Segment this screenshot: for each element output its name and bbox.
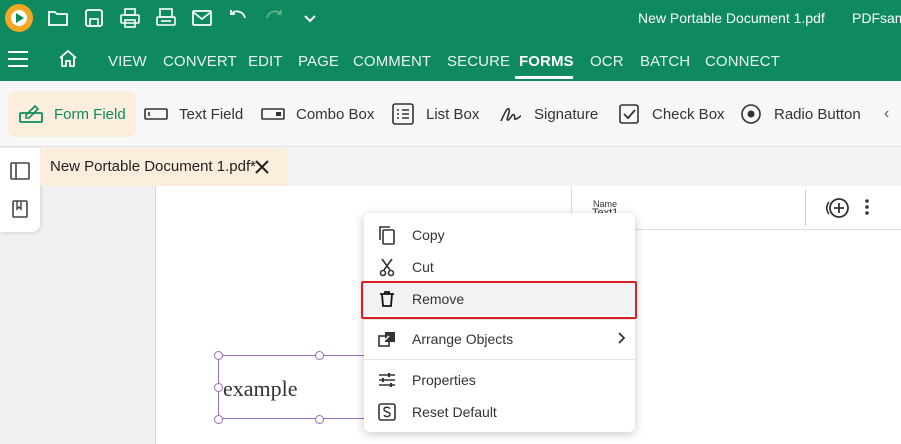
list-box-icon xyxy=(390,101,416,127)
signature-button[interactable]: Signature xyxy=(498,91,598,137)
resize-handle[interactable] xyxy=(315,415,324,424)
reset-default-label: Reset Default xyxy=(412,404,497,420)
properties-menu-item[interactable]: Properties xyxy=(364,364,635,396)
menu-view[interactable]: VIEW xyxy=(108,53,147,70)
radio-button-button[interactable]: Radio Button xyxy=(738,91,861,137)
list-box-button[interactable]: List Box xyxy=(390,91,479,137)
text-field-value: example xyxy=(223,376,298,401)
cut-label: Cut xyxy=(412,259,434,275)
menu-forms[interactable]: FORMS xyxy=(519,53,574,70)
menu-divider xyxy=(364,319,635,320)
menu-divider xyxy=(364,359,635,360)
remove-highlight-box xyxy=(361,281,637,319)
active-menu-indicator xyxy=(515,76,573,79)
add-field-icon[interactable] xyxy=(825,197,851,224)
divider xyxy=(805,190,806,226)
menu-edit[interactable]: EDIT xyxy=(248,53,283,70)
menu-ocr[interactable]: OCR xyxy=(590,53,624,70)
undo-icon[interactable] xyxy=(226,6,250,30)
chevron-right-icon xyxy=(616,331,626,350)
selected-text-field[interactable]: example xyxy=(218,355,378,419)
copy-menu-item[interactable]: Copy xyxy=(364,219,635,251)
menu-comment[interactable]: COMMENT xyxy=(353,53,431,70)
menu-connect[interactable]: CONNECT xyxy=(705,53,780,70)
text-field-button[interactable]: Text Field xyxy=(143,91,243,137)
arrange-icon xyxy=(377,329,397,349)
chevron-down-icon[interactable] xyxy=(298,6,322,30)
properties-label: Properties xyxy=(412,372,476,388)
form-field-icon xyxy=(18,101,44,127)
cut-menu-item[interactable]: Cut xyxy=(364,251,635,283)
resize-handle[interactable] xyxy=(214,351,223,360)
bookmark-icon[interactable] xyxy=(9,198,31,220)
signature-label: Signature xyxy=(534,105,599,123)
text-field-icon xyxy=(143,101,169,127)
list-box-label: List Box xyxy=(426,105,480,123)
document-tab-label: New Portable Document 1.pdf* xyxy=(50,158,256,175)
app-logo-icon[interactable] xyxy=(5,4,33,32)
menu-secure[interactable]: SECURE xyxy=(447,53,510,70)
arrange-objects-menu-item[interactable]: Arrange Objects xyxy=(364,323,635,355)
document-tab[interactable]: New Portable Document 1.pdf* xyxy=(40,148,288,186)
menu-page[interactable]: PAGE xyxy=(298,53,339,70)
form-field-label: Form Field xyxy=(54,105,126,123)
panel-toggle-icon[interactable] xyxy=(9,160,31,182)
check-box-label: Check Box xyxy=(652,105,725,123)
close-icon[interactable] xyxy=(252,157,272,177)
radio-button-label: Radio Button xyxy=(774,105,861,123)
open-folder-icon[interactable] xyxy=(46,6,70,30)
home-icon[interactable] xyxy=(58,49,78,74)
email-icon[interactable] xyxy=(190,6,214,30)
more-options-icon[interactable] xyxy=(864,198,870,221)
title-bar: New Portable Document 1.pdf PDFsam xyxy=(0,0,901,36)
app-name: PDFsam xyxy=(852,10,901,26)
reset-default-menu-item[interactable]: Reset Default xyxy=(364,396,635,428)
forms-ribbon: Form Field Text Field Combo Box List Box… xyxy=(0,81,901,147)
context-menu: Copy Cut Remove Arrange Objects Properti… xyxy=(364,213,635,432)
reset-icon xyxy=(377,402,397,422)
menu-batch[interactable]: BATCH xyxy=(640,53,690,70)
text-field-label: Text Field xyxy=(179,105,244,123)
redo-icon[interactable] xyxy=(262,6,286,30)
combo-box-button[interactable]: Combo Box xyxy=(260,91,374,137)
resize-handle[interactable] xyxy=(214,383,223,392)
menu-bar: VIEW CONVERT EDIT PAGE COMMENT SECURE FO… xyxy=(0,36,901,81)
scissors-icon xyxy=(377,257,397,277)
form-field-button[interactable]: Form Field xyxy=(8,91,136,137)
combo-box-icon xyxy=(260,101,286,127)
combo-box-label: Combo Box xyxy=(296,105,375,123)
scan-icon[interactable] xyxy=(154,6,178,30)
print-icon[interactable] xyxy=(118,6,142,30)
sliders-icon xyxy=(377,370,397,390)
left-sidebar-rail xyxy=(0,148,40,232)
arrange-objects-label: Arrange Objects xyxy=(412,331,514,347)
save-icon[interactable] xyxy=(82,6,106,30)
signature-icon xyxy=(498,101,524,127)
copy-label: Copy xyxy=(412,227,445,243)
check-box-button[interactable]: Check Box xyxy=(616,91,725,137)
resize-handle[interactable] xyxy=(315,351,324,360)
copy-icon xyxy=(377,225,397,245)
ribbon-scroll-left-icon[interactable]: ‹ xyxy=(884,105,889,123)
hamburger-menu-icon[interactable] xyxy=(8,51,28,67)
menu-convert[interactable]: CONVERT xyxy=(163,53,237,70)
checkbox-icon xyxy=(616,101,642,127)
window-title: New Portable Document 1.pdf xyxy=(638,10,825,26)
radio-button-icon xyxy=(738,101,764,127)
resize-handle[interactable] xyxy=(214,415,223,424)
